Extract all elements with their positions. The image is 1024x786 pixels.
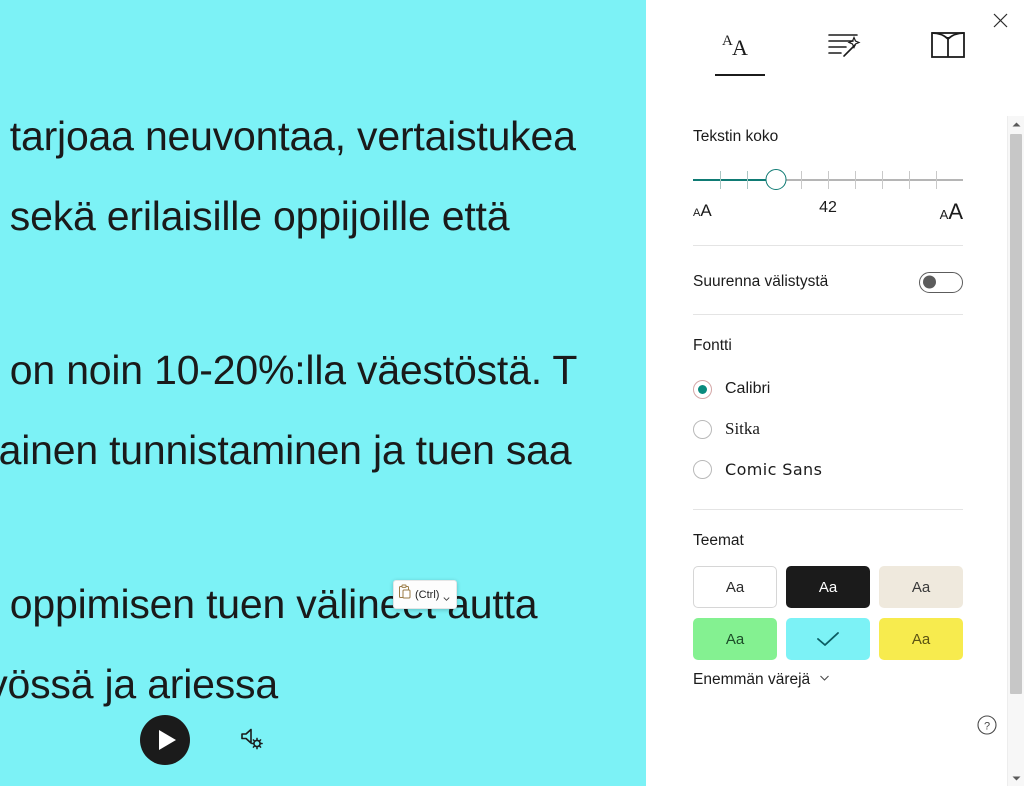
scroll-down-button[interactable]	[1008, 770, 1024, 786]
text-size-value: 42	[819, 199, 837, 216]
chevron-down-icon	[818, 671, 831, 689]
text-size-labels: AA 42 AA	[693, 199, 963, 225]
scrollbar-thumb[interactable]	[1010, 134, 1022, 694]
check-icon	[817, 632, 839, 646]
panel-content: Tekstin koko AA 42 AA Suurenna välistyst…	[646, 128, 1006, 706]
font-option-calibri[interactable]: Calibri	[693, 369, 963, 409]
tab-active-indicator	[715, 74, 765, 76]
theme-swatch-green[interactable]: Aa	[693, 618, 777, 660]
radio-icon	[693, 419, 712, 439]
theme-swatch-yellow[interactable]: Aa	[879, 618, 963, 660]
font-heading: Fontti	[693, 337, 732, 354]
reader-document-area[interactable]: o tarjoaa neuvontaa, vertaistukea n sekä…	[0, 0, 646, 786]
tab-active-indicator	[819, 74, 869, 76]
theme-swatch-label: Aa	[911, 630, 931, 648]
slider-tick	[720, 171, 721, 189]
clipboard-icon	[398, 584, 412, 605]
slider-tick	[936, 171, 937, 189]
document-line: n sekä erilaisille oppijoille että	[0, 193, 510, 239]
divider	[693, 314, 963, 315]
more-colors-button[interactable]: Enemmän värejä	[693, 671, 963, 689]
theme-swatch-label: Aa	[818, 578, 838, 596]
audio-controls-bar	[0, 694, 646, 786]
voice-settings-button[interactable]	[234, 723, 268, 757]
immersive-reader-window: o tarjoaa neuvontaa, vertaistukea n sekä…	[0, 0, 1024, 786]
caret-up-icon	[1012, 115, 1021, 133]
font-option-label: Sitka	[725, 419, 760, 438]
radio-icon	[693, 459, 712, 479]
theme-swatch-white[interactable]: Aa	[693, 566, 777, 608]
theme-swatch-cyan[interactable]	[786, 618, 870, 660]
document-line: a on noin 10-20%:lla väestöstä. T	[0, 347, 578, 393]
slider-tick	[801, 171, 802, 189]
grammar-wand-icon	[824, 28, 864, 67]
theme-swatch-label: Aa	[911, 578, 931, 596]
slider-tick	[882, 171, 883, 189]
svg-text:?: ?	[984, 721, 990, 733]
radio-icon	[693, 379, 712, 399]
paste-options-label: (Ctrl)	[415, 588, 440, 601]
increase-spacing-toggle[interactable]	[919, 271, 963, 293]
more-colors-label: Enemmän värejä	[693, 671, 811, 688]
text-size-aa-icon: A A	[717, 28, 763, 69]
font-option-label: Calibri	[725, 380, 771, 397]
document-line: nainen tunnistaminen ja tuen saa	[0, 427, 572, 473]
slider-tick	[747, 171, 748, 189]
paste-options-button[interactable]: (Ctrl)	[393, 580, 458, 609]
help-button[interactable]: ?	[976, 714, 998, 736]
divider	[693, 245, 963, 246]
slider-tick	[909, 171, 910, 189]
toggle-knob	[923, 275, 936, 289]
open-book-icon	[926, 28, 970, 67]
chevron-down-icon[interactable]	[442, 590, 451, 601]
svg-text:A: A	[732, 35, 748, 60]
document-line: o tarjoaa neuvontaa, vertaistukea	[0, 113, 576, 159]
text-size-heading: Tekstin koko	[693, 128, 779, 145]
theme-swatch-label: Aa	[725, 578, 745, 596]
caret-down-icon	[1012, 769, 1021, 786]
themes-heading: Teemat	[693, 532, 744, 549]
theme-swatch-label: Aa	[725, 630, 745, 648]
increase-spacing-row[interactable]: Suurenna välistystä	[693, 270, 963, 294]
text-preferences-panel: A A Tekstin koko AA 42 AA Suurenna välis…	[646, 0, 1024, 786]
scroll-up-button[interactable]	[1008, 116, 1024, 132]
font-option-label: Comic Sans	[725, 459, 823, 479]
divider	[693, 509, 963, 510]
tab-text-preferences[interactable]: A A	[688, 24, 792, 82]
panel-scrollbar[interactable]	[1007, 116, 1024, 786]
play-icon	[159, 730, 176, 750]
theme-swatch-grid: Aa Aa Aa Aa Aa	[693, 566, 963, 660]
theme-swatch-black[interactable]: Aa	[786, 566, 870, 608]
document-text-block: o tarjoaa neuvontaa, vertaistukea n sekä…	[0, 96, 646, 724]
tab-reading-preferences[interactable]	[896, 24, 1000, 82]
tab-active-indicator	[923, 74, 973, 76]
panel-scroll-area: Tekstin koko AA 42 AA Suurenna välistyst…	[646, 106, 1024, 706]
tab-grammar-options[interactable]	[792, 24, 896, 82]
text-size-slider[interactable]	[693, 169, 963, 191]
speaker-gear-icon	[236, 723, 266, 758]
font-option-sitka[interactable]: Sitka	[693, 409, 963, 449]
slider-thumb[interactable]	[765, 169, 787, 190]
small-aa-icon: AA	[693, 201, 712, 220]
increase-spacing-label: Suurenna välistystä	[693, 273, 829, 290]
slider-tick	[855, 171, 856, 189]
slider-tick	[828, 171, 829, 189]
document-line: a oppimisen tuen välineet autta	[0, 581, 538, 627]
slider-tick-marks	[693, 169, 963, 191]
large-aa-icon: AA	[939, 199, 963, 224]
theme-swatch-sepia[interactable]: Aa	[879, 566, 963, 608]
panel-tab-bar: A A	[646, 24, 1024, 86]
font-options-list: Calibri Sitka Comic Sans	[693, 369, 963, 489]
play-button[interactable]	[140, 715, 190, 765]
font-option-comic-sans[interactable]: Comic Sans	[693, 449, 963, 489]
help-question-icon: ?	[976, 715, 998, 740]
